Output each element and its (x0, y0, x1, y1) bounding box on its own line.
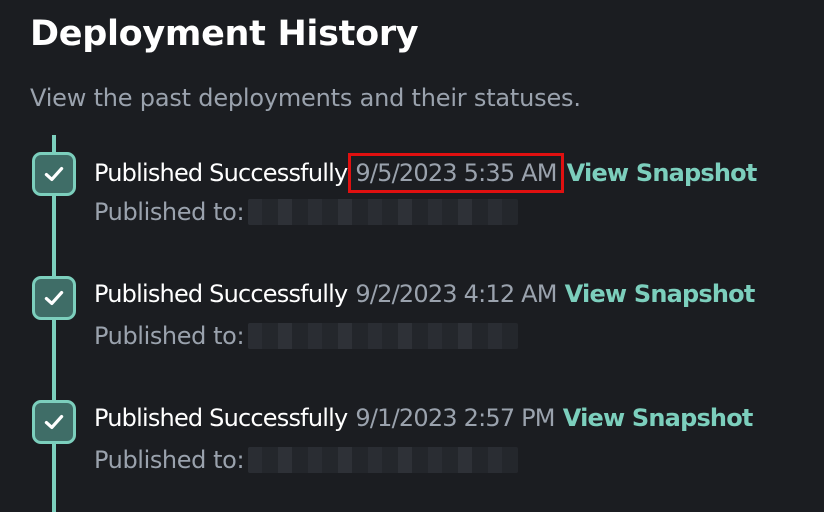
deployment-history-page: Deployment History View the past deploym… (0, 0, 824, 512)
deployment-entry: Published Successfully 9/5/2023 5:35 AM … (0, 152, 824, 262)
view-snapshot-link[interactable]: View Snapshot (563, 404, 754, 432)
check-icon (32, 152, 76, 196)
deployment-timestamp: 9/1/2023 2:57 PM (355, 404, 555, 432)
published-to-label: Published to: (94, 322, 245, 350)
check-icon (32, 276, 76, 320)
deployment-entry: Published Successfully 9/1/2023 2:57 PM … (0, 400, 824, 510)
deployment-entry-header: Published Successfully 9/2/2023 4:12 AM … (94, 280, 755, 308)
deployment-entry: Published Successfully 9/2/2023 4:12 AM … (0, 276, 824, 386)
redacted-destination (248, 447, 519, 473)
published-to-row: Published to: (94, 322, 519, 350)
view-snapshot-link[interactable]: View Snapshot (567, 159, 758, 187)
published-to-row: Published to: (94, 446, 519, 474)
deployment-timestamp: 9/2/2023 4:12 AM (355, 280, 557, 308)
deployment-status: Published Successfully (94, 404, 348, 432)
deployment-status: Published Successfully (94, 280, 348, 308)
deployment-timestamp: 9/5/2023 5:35 AM (348, 153, 564, 193)
deployment-entry-header: Published Successfully 9/1/2023 2:57 PM … (94, 404, 753, 432)
page-title: Deployment History (30, 14, 419, 54)
published-to-label: Published to: (94, 198, 245, 226)
deployment-entry-header: Published Successfully 9/5/2023 5:35 AM … (94, 153, 758, 193)
view-snapshot-link[interactable]: View Snapshot (565, 280, 756, 308)
page-subtitle: View the past deployments and their stat… (30, 84, 581, 112)
redacted-destination (248, 199, 519, 225)
published-to-label: Published to: (94, 446, 245, 474)
redacted-destination (248, 323, 519, 349)
check-icon (32, 400, 76, 444)
deployment-status: Published Successfully (94, 159, 348, 187)
published-to-row: Published to: (94, 198, 519, 226)
